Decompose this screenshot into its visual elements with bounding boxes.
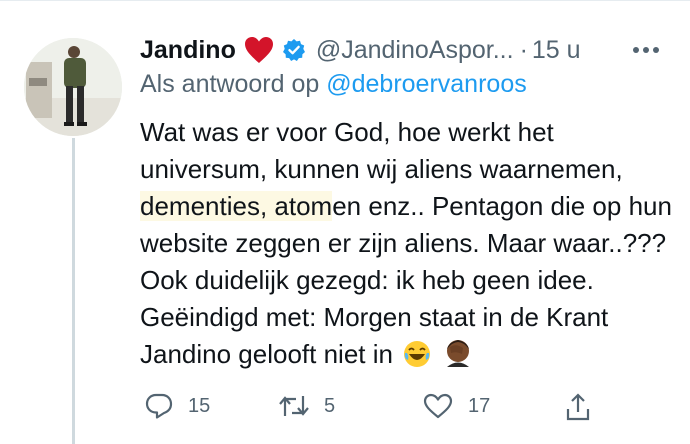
tweet-text-part1: Wat was er voor God, hoe werkt het unive… — [140, 117, 623, 184]
reply-mention-link[interactable]: @debroervanroos — [326, 70, 527, 98]
separator-dot: · — [519, 35, 528, 64]
share-button[interactable] — [564, 392, 592, 422]
reply-count: 15 — [188, 394, 211, 417]
tweet-timestamp[interactable]: 15 u — [532, 36, 581, 65]
reply-context: Als antwoord op @debroervanroos — [140, 70, 527, 99]
avatar[interactable] — [24, 38, 122, 136]
tweet-text-highlight: dementies, atom — [140, 191, 333, 221]
more-icon[interactable] — [626, 32, 666, 68]
retweet-icon — [279, 396, 309, 416]
like-button[interactable]: 17 — [422, 392, 490, 420]
reply-button[interactable]: 15 — [144, 392, 210, 420]
tweet-actions: 15 5 17 — [140, 392, 600, 432]
facepalm-emoji-icon — [441, 337, 475, 379]
heart-emoji-icon — [244, 36, 274, 64]
top-divider — [0, 0, 690, 1]
reply-prefix: Als antwoord op — [140, 70, 320, 98]
retweet-count: 5 — [324, 394, 336, 417]
retweet-button[interactable]: 5 — [278, 392, 335, 420]
tweet-text: Wat was er voor God, hoe werkt het unive… — [140, 114, 680, 379]
author-name[interactable]: Jandino — [140, 36, 236, 65]
author-handle[interactable]: @JandinoAspor... — [316, 36, 514, 65]
laughing-emoji-icon — [402, 339, 432, 379]
tweet-header: Jandino @JandinoAspor... · 15 u — [140, 30, 680, 70]
like-count: 17 — [468, 394, 491, 417]
thread-connector-line — [72, 138, 75, 444]
reply-icon — [145, 393, 173, 419]
like-icon — [423, 393, 453, 419]
share-icon — [566, 393, 590, 421]
verified-badge-icon — [282, 38, 306, 62]
